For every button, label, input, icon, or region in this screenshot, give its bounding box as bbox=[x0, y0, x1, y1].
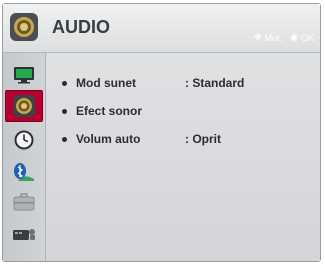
speaker-icon bbox=[9, 12, 39, 42]
menu-item-value: : Oprit bbox=[185, 132, 221, 146]
menu-item-label: Mod sunet bbox=[76, 76, 136, 90]
hint-ok-label: OK bbox=[300, 32, 314, 43]
hint-move: ✥ Mut. bbox=[254, 32, 282, 43]
dpad-icon: ✥ bbox=[254, 32, 262, 42]
ok-dot-icon: ◉ bbox=[290, 32, 298, 42]
menu-header: AUDIO ✥ Mut. ◉ OK bbox=[3, 4, 320, 53]
tv-monitor-icon bbox=[13, 67, 34, 84]
briefcase-icon bbox=[13, 193, 34, 211]
settings-list: Mod sunet : Standard Efect sonor Volum a… bbox=[46, 53, 320, 261]
menu-item-mod-sunet[interactable]: Mod sunet : Standard bbox=[62, 76, 244, 90]
hint-ok: ◉ OK bbox=[290, 32, 314, 43]
menu-item-efect-sonor[interactable]: Efect sonor bbox=[62, 104, 185, 118]
speaker-icon bbox=[13, 95, 35, 117]
menu-item-value: : Standard bbox=[185, 76, 245, 90]
input-device-icon bbox=[12, 229, 35, 240]
page-title: AUDIO bbox=[52, 17, 110, 37]
sidebar-item-input[interactable] bbox=[7, 220, 40, 248]
audio-menu-window: AUDIO ✥ Mut. ◉ OK Mod sunet: Standard E… bbox=[2, 3, 321, 262]
bullet-icon bbox=[62, 136, 67, 142]
clock-icon bbox=[14, 130, 33, 150]
bullet-icon bbox=[62, 108, 67, 114]
sidebar-item-network[interactable] bbox=[7, 157, 40, 185]
bluetooth-icon bbox=[13, 163, 34, 181]
bullet-icon bbox=[62, 80, 67, 86]
sidebar-item-options[interactable] bbox=[7, 188, 40, 216]
hint-move-label: Mut. bbox=[264, 32, 283, 43]
menu-item-label: Volum auto bbox=[76, 132, 141, 146]
sidebar-item-time[interactable] bbox=[7, 126, 40, 154]
menu-item-label: Efect sonor bbox=[76, 104, 143, 118]
key-hints: ✥ Mut. ◉ OK bbox=[254, 32, 314, 43]
sidebar-item-picture[interactable] bbox=[7, 61, 40, 89]
sidebar-item-audio[interactable] bbox=[5, 90, 43, 122]
category-sidebar bbox=[3, 53, 46, 261]
menu-item-volum-auto[interactable]: Volum auto : Oprit bbox=[62, 132, 221, 146]
